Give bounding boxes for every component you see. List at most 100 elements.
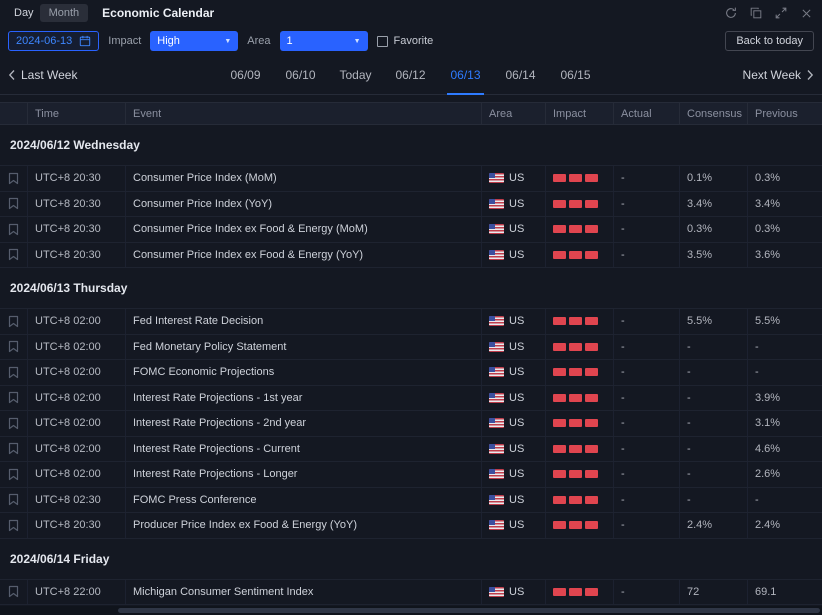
- event-actual: -: [614, 462, 680, 487]
- date-picker[interactable]: 2024-06-13: [8, 31, 99, 51]
- impact-bars: [553, 251, 598, 259]
- event-row[interactable]: UTC+8 02:00Fed Monetary Policy Statement…: [0, 335, 822, 361]
- week-day-tab-06-14[interactable]: 06/14: [493, 55, 548, 94]
- event-row[interactable]: UTC+8 20:30Producer Price Index ex Food …: [0, 513, 822, 539]
- refresh-icon[interactable]: [723, 5, 739, 21]
- bookmark-icon[interactable]: [0, 335, 28, 360]
- impact-high-indicator: [546, 386, 614, 411]
- event-row[interactable]: UTC+8 22:00Michigan Consumer Sentiment I…: [0, 580, 822, 606]
- event-time: UTC+8 02:00: [28, 386, 126, 411]
- bookmark-icon[interactable]: [0, 243, 28, 268]
- impact-bar: [585, 588, 598, 596]
- last-week-label: Last Week: [21, 68, 77, 82]
- event-row[interactable]: UTC+8 02:30FOMC Press ConferenceUS---: [0, 488, 822, 514]
- bookmark-icon[interactable]: [0, 166, 28, 191]
- event-actual: -: [614, 360, 680, 385]
- impact-high-indicator: [546, 488, 614, 513]
- col-header-time: Time: [28, 103, 126, 124]
- back-to-today-button[interactable]: Back to today: [725, 31, 814, 51]
- favorite-filter[interactable]: Favorite: [377, 35, 434, 47]
- event-previous: 4.6%: [748, 437, 822, 462]
- bookmark-icon[interactable]: [0, 437, 28, 462]
- event-row[interactable]: UTC+8 20:30Consumer Price Index (YoY)US-…: [0, 192, 822, 218]
- bookmark-icon[interactable]: [0, 217, 28, 242]
- area-code-label: US: [509, 198, 524, 210]
- impact-high-indicator: [546, 411, 614, 436]
- week-day-tab-06-09[interactable]: 06/09: [218, 55, 273, 94]
- impact-high-indicator: [546, 217, 614, 242]
- event-time: UTC+8 20:30: [28, 192, 126, 217]
- bookmark-icon[interactable]: [0, 513, 28, 538]
- us-flag-icon: [489, 495, 504, 505]
- week-day-tab-06-15[interactable]: 06/15: [548, 55, 603, 94]
- event-row[interactable]: UTC+8 02:00FOMC Economic ProjectionsUS--…: [0, 360, 822, 386]
- favorite-checkbox[interactable]: [377, 36, 388, 47]
- event-row[interactable]: UTC+8 02:00Interest Rate Projections - 1…: [0, 386, 822, 412]
- us-flag-icon: [489, 520, 504, 530]
- last-week-button[interactable]: Last Week: [0, 68, 77, 82]
- impact-bar: [585, 343, 598, 351]
- week-day-tab-06-10[interactable]: 06/10: [273, 55, 328, 94]
- col-header-area: Area: [482, 103, 546, 124]
- us-flag-icon: [489, 250, 504, 260]
- impact-bar: [553, 225, 566, 233]
- event-time: UTC+8 02:00: [28, 437, 126, 462]
- bookmark-icon[interactable]: [0, 411, 28, 436]
- fullscreen-icon[interactable]: [773, 5, 789, 21]
- calendar-icon: [79, 35, 91, 47]
- bookmark-icon[interactable]: [0, 192, 28, 217]
- impact-bar: [569, 343, 582, 351]
- impact-high-indicator: [546, 462, 614, 487]
- event-area: US: [482, 580, 546, 605]
- bookmark-icon[interactable]: [0, 309, 28, 334]
- popout-icon[interactable]: [748, 5, 764, 21]
- event-previous: 3.6%: [748, 243, 822, 268]
- impact-bar: [585, 419, 598, 427]
- impact-select[interactable]: High ▼: [150, 31, 238, 51]
- bookmark-icon[interactable]: [0, 462, 28, 487]
- event-row[interactable]: UTC+8 20:30Consumer Price Index (MoM)US-…: [0, 166, 822, 192]
- horizontal-scrollbar[interactable]: [0, 606, 822, 615]
- event-area: US: [482, 217, 546, 242]
- event-area: US: [482, 166, 546, 191]
- view-toggle-day[interactable]: Day: [8, 4, 40, 22]
- bookmark-icon[interactable]: [0, 360, 28, 385]
- bookmark-icon[interactable]: [0, 386, 28, 411]
- date-value: 2024-06-13: [16, 35, 72, 47]
- col-header-consensus: Consensus: [680, 103, 748, 124]
- event-row[interactable]: UTC+8 20:30Consumer Price Index ex Food …: [0, 243, 822, 269]
- event-row[interactable]: UTC+8 02:00Fed Interest Rate DecisionUS-…: [0, 309, 822, 335]
- filter-bar: 2024-06-13 Impact High ▼ Area 1 ▼ Favori…: [0, 29, 822, 53]
- bookmark-icon[interactable]: [0, 488, 28, 513]
- bookmark-icon[interactable]: [0, 580, 28, 605]
- week-day-tab-today[interactable]: Today: [328, 55, 383, 94]
- week-day-tab-06-12[interactable]: 06/12: [383, 55, 438, 94]
- impact-bar: [569, 496, 582, 504]
- impact-high-indicator: [546, 309, 614, 334]
- area-label: Area: [247, 35, 270, 47]
- event-row[interactable]: UTC+8 20:30Consumer Price Index ex Food …: [0, 217, 822, 243]
- event-time: UTC+8 02:00: [28, 309, 126, 334]
- favorite-label: Favorite: [394, 35, 434, 47]
- week-navigation: Last Week 06/0906/10Today06/1206/1306/14…: [0, 55, 822, 95]
- event-name: Producer Price Index ex Food & Energy (Y…: [126, 513, 482, 538]
- impact-bars: [553, 200, 598, 208]
- impact-bar: [569, 317, 582, 325]
- us-flag-icon: [489, 587, 504, 597]
- impact-bar: [553, 251, 566, 259]
- area-select[interactable]: 1 ▼: [280, 31, 368, 51]
- next-week-button[interactable]: Next Week: [743, 68, 822, 82]
- event-previous: 3.1%: [748, 411, 822, 436]
- event-consensus: -: [680, 437, 748, 462]
- impact-bar: [585, 496, 598, 504]
- event-row[interactable]: UTC+8 02:00Interest Rate Projections - 2…: [0, 411, 822, 437]
- week-day-tab-06-13[interactable]: 06/13: [438, 55, 493, 94]
- scrollbar-thumb[interactable]: [118, 608, 820, 613]
- view-toggle-month[interactable]: Month: [40, 4, 89, 22]
- event-row[interactable]: UTC+8 02:00Interest Rate Projections - C…: [0, 437, 822, 463]
- event-row[interactable]: UTC+8 02:00Interest Rate Projections - L…: [0, 462, 822, 488]
- impact-bar: [553, 496, 566, 504]
- next-week-label: Next Week: [743, 68, 801, 82]
- event-name: Fed Monetary Policy Statement: [126, 335, 482, 360]
- close-icon[interactable]: [798, 5, 814, 21]
